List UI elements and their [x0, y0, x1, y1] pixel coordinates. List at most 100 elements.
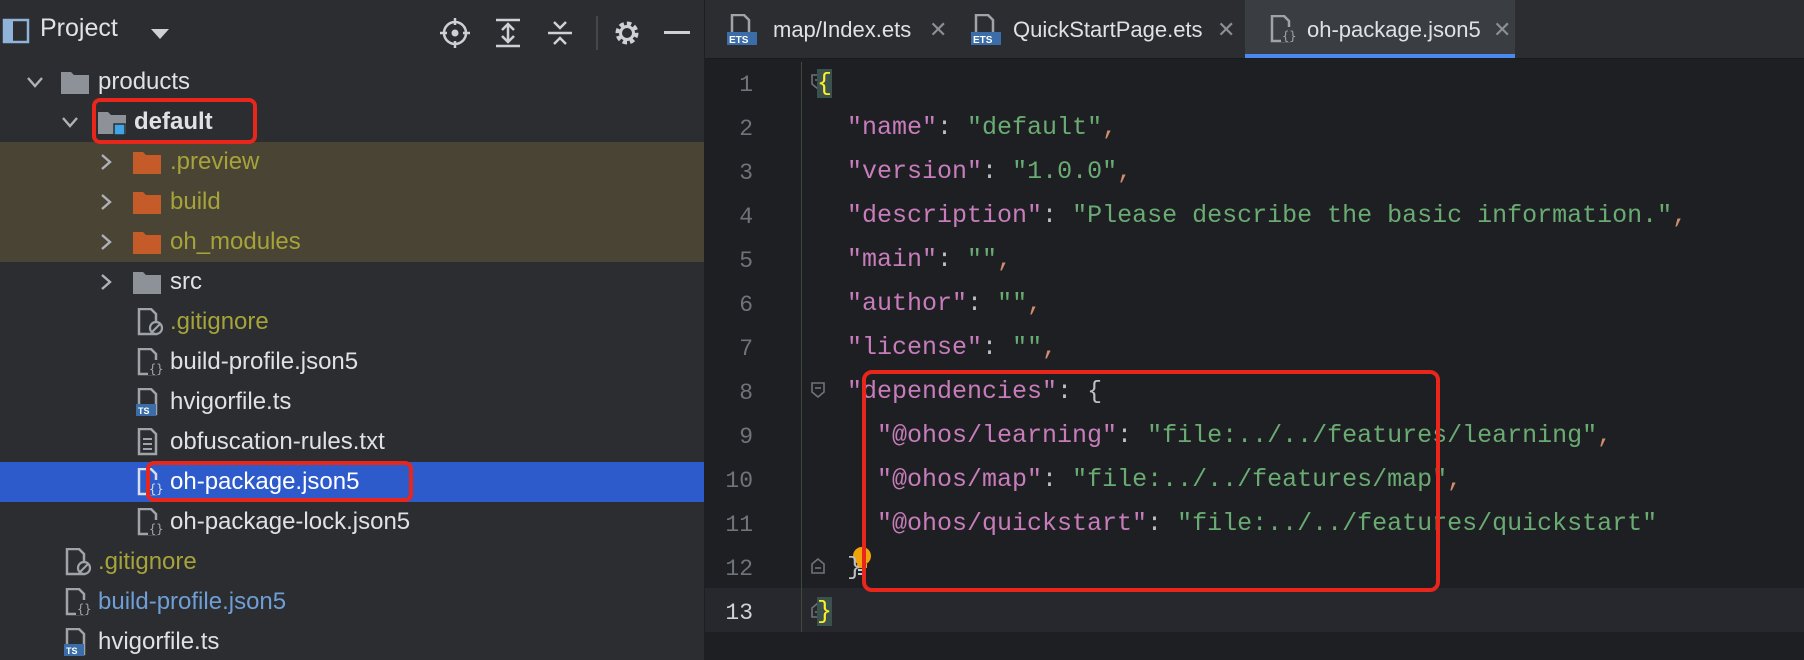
line-number: 5	[739, 248, 753, 274]
json-value: ""	[1012, 333, 1043, 362]
svg-text:TS: TS	[66, 646, 78, 656]
project-window-icon[interactable]	[2, 18, 30, 44]
tree-item-build[interactable]: build	[0, 182, 704, 222]
code-line-5: "main": "",	[847, 238, 1012, 282]
ts-file-icon: TS	[136, 388, 158, 416]
tree-item-label: build-profile.json5	[98, 588, 287, 615]
colon: :	[937, 113, 953, 142]
open-brace: {	[817, 69, 833, 98]
chevron-down-icon[interactable]	[60, 112, 80, 132]
dropdown-arrow-icon[interactable]	[150, 28, 170, 40]
tree-item-oh-package-lock[interactable]: {} oh-package-lock.json5	[0, 502, 704, 542]
tree-item-label: build-profile.json5	[170, 348, 359, 375]
ignore-file-icon	[137, 308, 164, 336]
code-line-13: }	[817, 590, 833, 634]
tree-item-label: hvigorfile.ts	[170, 388, 292, 415]
svg-text:ETS: ETS	[729, 35, 749, 46]
tab-map-index[interactable]: ETS map/Index.ets ✕	[717, 0, 947, 58]
tab-quickstart-page[interactable]: ETS QuickStartPage.ets ✕	[961, 0, 1237, 58]
line-number: 3	[739, 160, 753, 186]
tree-item-label: products	[98, 68, 191, 95]
ets-file-icon: ETS	[727, 14, 757, 46]
line-number: 6	[739, 292, 753, 318]
chevron-right-icon[interactable]	[96, 272, 116, 292]
code-line-4: "description": "Please describe the basi…	[847, 194, 1687, 238]
gutter-divider	[801, 62, 802, 632]
editor-tab-bar: ETS map/Index.ets ✕ ETS QuickStartPage.e…	[705, 0, 1804, 59]
ts-file-icon: TS	[64, 628, 86, 656]
tree-item-label: obfuscation-rules.txt	[170, 428, 385, 455]
line-number: 13	[725, 600, 753, 626]
comma: ,	[1672, 201, 1688, 230]
tree-item-root-build-profile[interactable]: {} build-profile.json5	[0, 582, 704, 622]
comma: ,	[1117, 157, 1133, 186]
colon: :	[982, 333, 998, 362]
tree-item-label: .gitignore	[98, 548, 197, 575]
tree-item-label: oh_modules	[170, 228, 301, 255]
line-number: 7	[739, 336, 753, 362]
tree-item-root-gitignore[interactable]: .gitignore	[0, 542, 704, 582]
chevron-right-icon[interactable]	[96, 192, 116, 212]
comma: ,	[1597, 421, 1613, 450]
line-number: 2	[739, 116, 753, 142]
chevron-right-icon[interactable]	[96, 232, 116, 252]
tree-item-gitignore[interactable]: .gitignore	[0, 302, 704, 342]
tree-item-label: build	[170, 188, 221, 215]
tab-oh-package[interactable]: {} oh-package.json5 ✕	[1245, 0, 1515, 58]
json-key: "version"	[847, 157, 983, 186]
collapse-all-icon[interactable]	[546, 18, 574, 48]
close-brace: }	[817, 597, 833, 626]
settings-gear-icon[interactable]	[612, 18, 642, 48]
json5-file-icon: {}	[137, 508, 164, 536]
expand-all-icon[interactable]	[494, 18, 522, 48]
tree-item-src[interactable]: src	[0, 262, 704, 302]
close-tab-icon[interactable]: ✕	[1217, 0, 1235, 60]
code-line-12: }	[847, 546, 862, 590]
tab-label: oh-package.json5	[1307, 17, 1481, 42]
folder-icon	[61, 72, 89, 94]
json-value: "Please describe the basic information."	[1072, 201, 1673, 230]
folder-icon	[133, 272, 161, 294]
ets-file-icon: ETS	[971, 14, 1001, 46]
svg-text:{}: {}	[1282, 29, 1296, 43]
current-line-highlight	[705, 588, 1804, 632]
comma: ,	[1102, 113, 1118, 142]
project-tree: products default .preview build oh_modul…	[0, 62, 704, 660]
tree-item-root-hvigorfile[interactable]: TS hvigorfile.ts	[0, 622, 704, 660]
project-panel-header: Project	[0, 0, 704, 62]
line-number: 12	[725, 556, 753, 582]
svg-text:{}: {}	[149, 522, 163, 536]
json5-file-icon: {}	[65, 588, 92, 616]
json-value: "1.0.0"	[1012, 157, 1118, 186]
svg-text:ETS: ETS	[973, 35, 993, 46]
tree-item-hvigorfile[interactable]: TS hvigorfile.ts	[0, 382, 704, 422]
close-tab-icon[interactable]: ✕	[929, 0, 947, 60]
fold-end-marker-icon[interactable]	[811, 558, 825, 574]
tree-item-build-profile[interactable]: {} build-profile.json5	[0, 342, 704, 382]
code-line-1: {	[817, 62, 833, 106]
chevron-right-icon[interactable]	[96, 152, 116, 172]
minimize-icon[interactable]	[664, 31, 690, 35]
code-line-7: "license": "",	[847, 326, 1057, 370]
close-tab-icon[interactable]: ✕	[1493, 0, 1511, 60]
colon: :	[1042, 201, 1058, 230]
excluded-folder-icon	[133, 152, 161, 174]
comma: ,	[1042, 333, 1058, 362]
text-file-icon	[137, 428, 158, 456]
line-number: 9	[739, 424, 753, 450]
colon: :	[967, 289, 983, 318]
tree-item-oh-modules[interactable]: oh_modules	[0, 222, 704, 262]
tree-item-obfuscation-rules[interactable]: obfuscation-rules.txt	[0, 422, 704, 462]
active-tab-indicator	[1245, 54, 1515, 58]
locate-file-icon[interactable]	[440, 18, 470, 48]
json-value: ""	[997, 289, 1028, 318]
tree-item-preview[interactable]: .preview	[0, 142, 704, 182]
line-number: 11	[725, 512, 753, 538]
project-panel-title[interactable]: Project	[40, 14, 118, 43]
code-editor: ETS map/Index.ets ✕ ETS QuickStartPage.e…	[705, 0, 1804, 660]
excluded-folder-icon	[133, 232, 161, 254]
tree-item-products[interactable]: products	[0, 62, 704, 102]
svg-text:TS: TS	[138, 406, 150, 416]
highlight-oh-package-box	[146, 461, 413, 502]
chevron-down-icon[interactable]	[25, 72, 45, 92]
